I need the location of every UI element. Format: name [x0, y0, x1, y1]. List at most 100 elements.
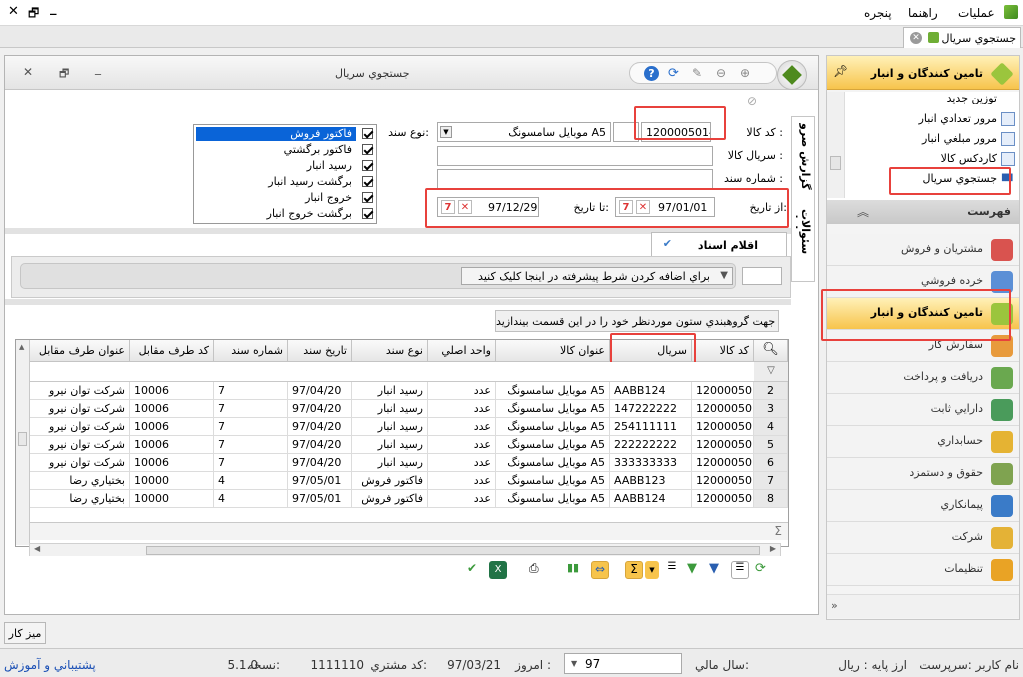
- scroll-thumb[interactable]: [146, 546, 760, 555]
- nav-item[interactable]: سفارش کار: [827, 330, 1019, 362]
- grid-cell[interactable]: 1200005014: [692, 472, 754, 490]
- grid-cell[interactable]: AABB124: [610, 382, 692, 400]
- column-header-item-name[interactable]: عنوان کالا: [496, 340, 610, 362]
- nav-item[interactable]: شرکت: [827, 522, 1019, 554]
- grid-cell[interactable]: 97/04/20: [288, 454, 352, 472]
- grid-cell[interactable]: 7: [214, 454, 288, 472]
- window-minimize-button[interactable]: _: [95, 61, 101, 75]
- grid-cell[interactable]: رسيد انبار: [352, 436, 428, 454]
- row-filter-icon[interactable]: ▽: [754, 362, 788, 382]
- grid-cell[interactable]: AABB123: [610, 472, 692, 490]
- list-header[interactable]: فهرست ︽: [827, 200, 1019, 224]
- scroll-right-icon[interactable]: ▶: [770, 544, 776, 553]
- close-tab-icon[interactable]: ✕: [910, 32, 922, 44]
- nav-item[interactable]: تامين کنندگان و انبار: [827, 298, 1019, 330]
- column-header-unit[interactable]: واحد اصلي: [428, 340, 496, 362]
- item-name-combo[interactable]: موبايل سامسونگ A5 ▼: [437, 122, 611, 142]
- nav-item[interactable]: پيمانکاري: [827, 490, 1019, 522]
- chevron-down-icon[interactable]: ▼: [571, 659, 577, 668]
- doc-type-checkbox[interactable]: [362, 128, 373, 139]
- grid-cell[interactable]: 7: [214, 400, 288, 418]
- grid-cell[interactable]: فاکتور فروش: [352, 490, 428, 508]
- doc-type-checkbox[interactable]: [362, 208, 373, 219]
- barcode-icon[interactable]: ▮▮: [567, 561, 585, 579]
- clear-date-icon[interactable]: ✕: [458, 200, 472, 214]
- grid-cell[interactable]: 97/05/01: [288, 490, 352, 508]
- chevron-right-icon[interactable]: »: [831, 599, 838, 612]
- grid-cell[interactable]: 4: [214, 490, 288, 508]
- row-number[interactable]: 6: [754, 454, 788, 472]
- grid-cell[interactable]: 1200005014: [692, 418, 754, 436]
- grid-cell[interactable]: شرکت توان نيرو: [30, 382, 130, 400]
- grid-cell[interactable]: شرکت توان نيرو: [30, 418, 130, 436]
- grid-cell[interactable]: بختياري رضا: [30, 472, 130, 490]
- doc-type-item[interactable]: فاکتور فروش: [196, 127, 356, 141]
- sidebar-subitem[interactable]: توزين جديد: [847, 92, 997, 104]
- grid-cell[interactable]: 1200005014: [692, 454, 754, 472]
- doc-type-item[interactable]: رسيد انبار: [196, 159, 356, 173]
- columns-icon[interactable]: ☰: [731, 561, 749, 579]
- app-close-button[interactable]: ✕: [8, 4, 19, 19]
- nav-item[interactable]: حقوق و دستمزد: [827, 458, 1019, 490]
- clear-date-icon[interactable]: ✕: [636, 200, 650, 214]
- row-number[interactable]: 4: [754, 418, 788, 436]
- scroll-thumb[interactable]: [18, 432, 27, 446]
- grid-cell[interactable]: AABB124: [610, 490, 692, 508]
- export-icon[interactable]: ✔: [467, 561, 485, 579]
- scroll-up-icon[interactable]: ▲: [19, 343, 24, 351]
- grid-cell[interactable]: 10006: [130, 436, 214, 454]
- grid-cell[interactable]: شرکت توان نيرو: [30, 454, 130, 472]
- grid-cell[interactable]: 10000: [130, 490, 214, 508]
- scroll-left-icon[interactable]: ◀: [34, 544, 40, 553]
- sum-icon[interactable]: Σ: [774, 524, 782, 538]
- subitems-scrollbar[interactable]: [827, 92, 845, 198]
- sum-icon[interactable]: Σ: [625, 561, 643, 579]
- add-icon[interactable]: ⊕: [740, 66, 755, 81]
- chevron-down-icon[interactable]: ▼: [440, 126, 452, 138]
- column-header-doc-number[interactable]: شماره سند: [214, 340, 288, 362]
- print-icon[interactable]: ⎙: [529, 561, 547, 579]
- help-icon[interactable]: ?: [644, 66, 659, 81]
- grid-cell[interactable]: 97/04/20: [288, 382, 352, 400]
- desk-button[interactable]: ميز کار: [4, 622, 46, 644]
- grid-cell[interactable]: موبايل سامسونگ A5: [496, 436, 610, 454]
- row-number[interactable]: 3: [754, 400, 788, 418]
- menu-help[interactable]: راهنما: [908, 6, 938, 20]
- grid-cell[interactable]: 222222222: [610, 436, 692, 454]
- horizontal-scrollbar[interactable]: ◀ ▶: [29, 543, 781, 557]
- menu-window[interactable]: پنجره: [864, 6, 892, 20]
- sidebar-subitem[interactable]: کاردکس کالا: [847, 152, 997, 165]
- column-header-doc-type[interactable]: نوع سند: [352, 340, 428, 362]
- column-header-doc-date[interactable]: تاريخ سند: [288, 340, 352, 362]
- row-number[interactable]: 8: [754, 490, 788, 508]
- grid-cell[interactable]: موبايل سامسونگ A5: [496, 418, 610, 436]
- grid-cell[interactable]: 10006: [130, 454, 214, 472]
- grid-cell[interactable]: شرکت توان نيرو: [30, 436, 130, 454]
- grid-cell[interactable]: 7: [214, 382, 288, 400]
- column-header-party-code[interactable]: کد طرف مقابل: [130, 340, 214, 362]
- nav-item[interactable]: حسابداري: [827, 426, 1019, 458]
- grid-cell[interactable]: 10006: [130, 400, 214, 418]
- grid-cell[interactable]: رسيد انبار: [352, 418, 428, 436]
- scroll-thumb[interactable]: [830, 156, 841, 170]
- support-link[interactable]: پشتيباني و آموزش: [4, 658, 96, 672]
- refresh-icon[interactable]: ⟳: [668, 66, 683, 81]
- nav-item[interactable]: دريافت و پرداخت: [827, 362, 1019, 394]
- menu-operations[interactable]: عمليات: [958, 6, 995, 20]
- grid-cell[interactable]: عدد: [428, 400, 496, 418]
- grid-cell[interactable]: موبايل سامسونگ A5: [496, 400, 610, 418]
- item-code-extra[interactable]: [613, 122, 639, 142]
- doc-type-checkbox[interactable]: [362, 176, 373, 187]
- grid-cell[interactable]: 254111111: [610, 418, 692, 436]
- sidebar-subitem[interactable]: مرور مبلغي انبار: [847, 132, 997, 145]
- serial-input[interactable]: [437, 146, 713, 166]
- grid-cell[interactable]: 1200005014: [692, 490, 754, 508]
- excel-icon[interactable]: X: [489, 561, 507, 579]
- sidebar-subitem-serial-search[interactable]: جستجوي سريال: [847, 172, 997, 185]
- doc-type-checkbox[interactable]: [362, 192, 373, 203]
- grid-cell[interactable]: 7: [214, 436, 288, 454]
- advanced-filter-button[interactable]: براي اضافه کردن شرط پيشرفته در اينجا کلي…: [461, 267, 733, 285]
- chevron-down-icon[interactable]: ▼: [645, 561, 659, 579]
- calendar-icon[interactable]: 7: [619, 200, 633, 214]
- row-number[interactable]: 2: [754, 382, 788, 400]
